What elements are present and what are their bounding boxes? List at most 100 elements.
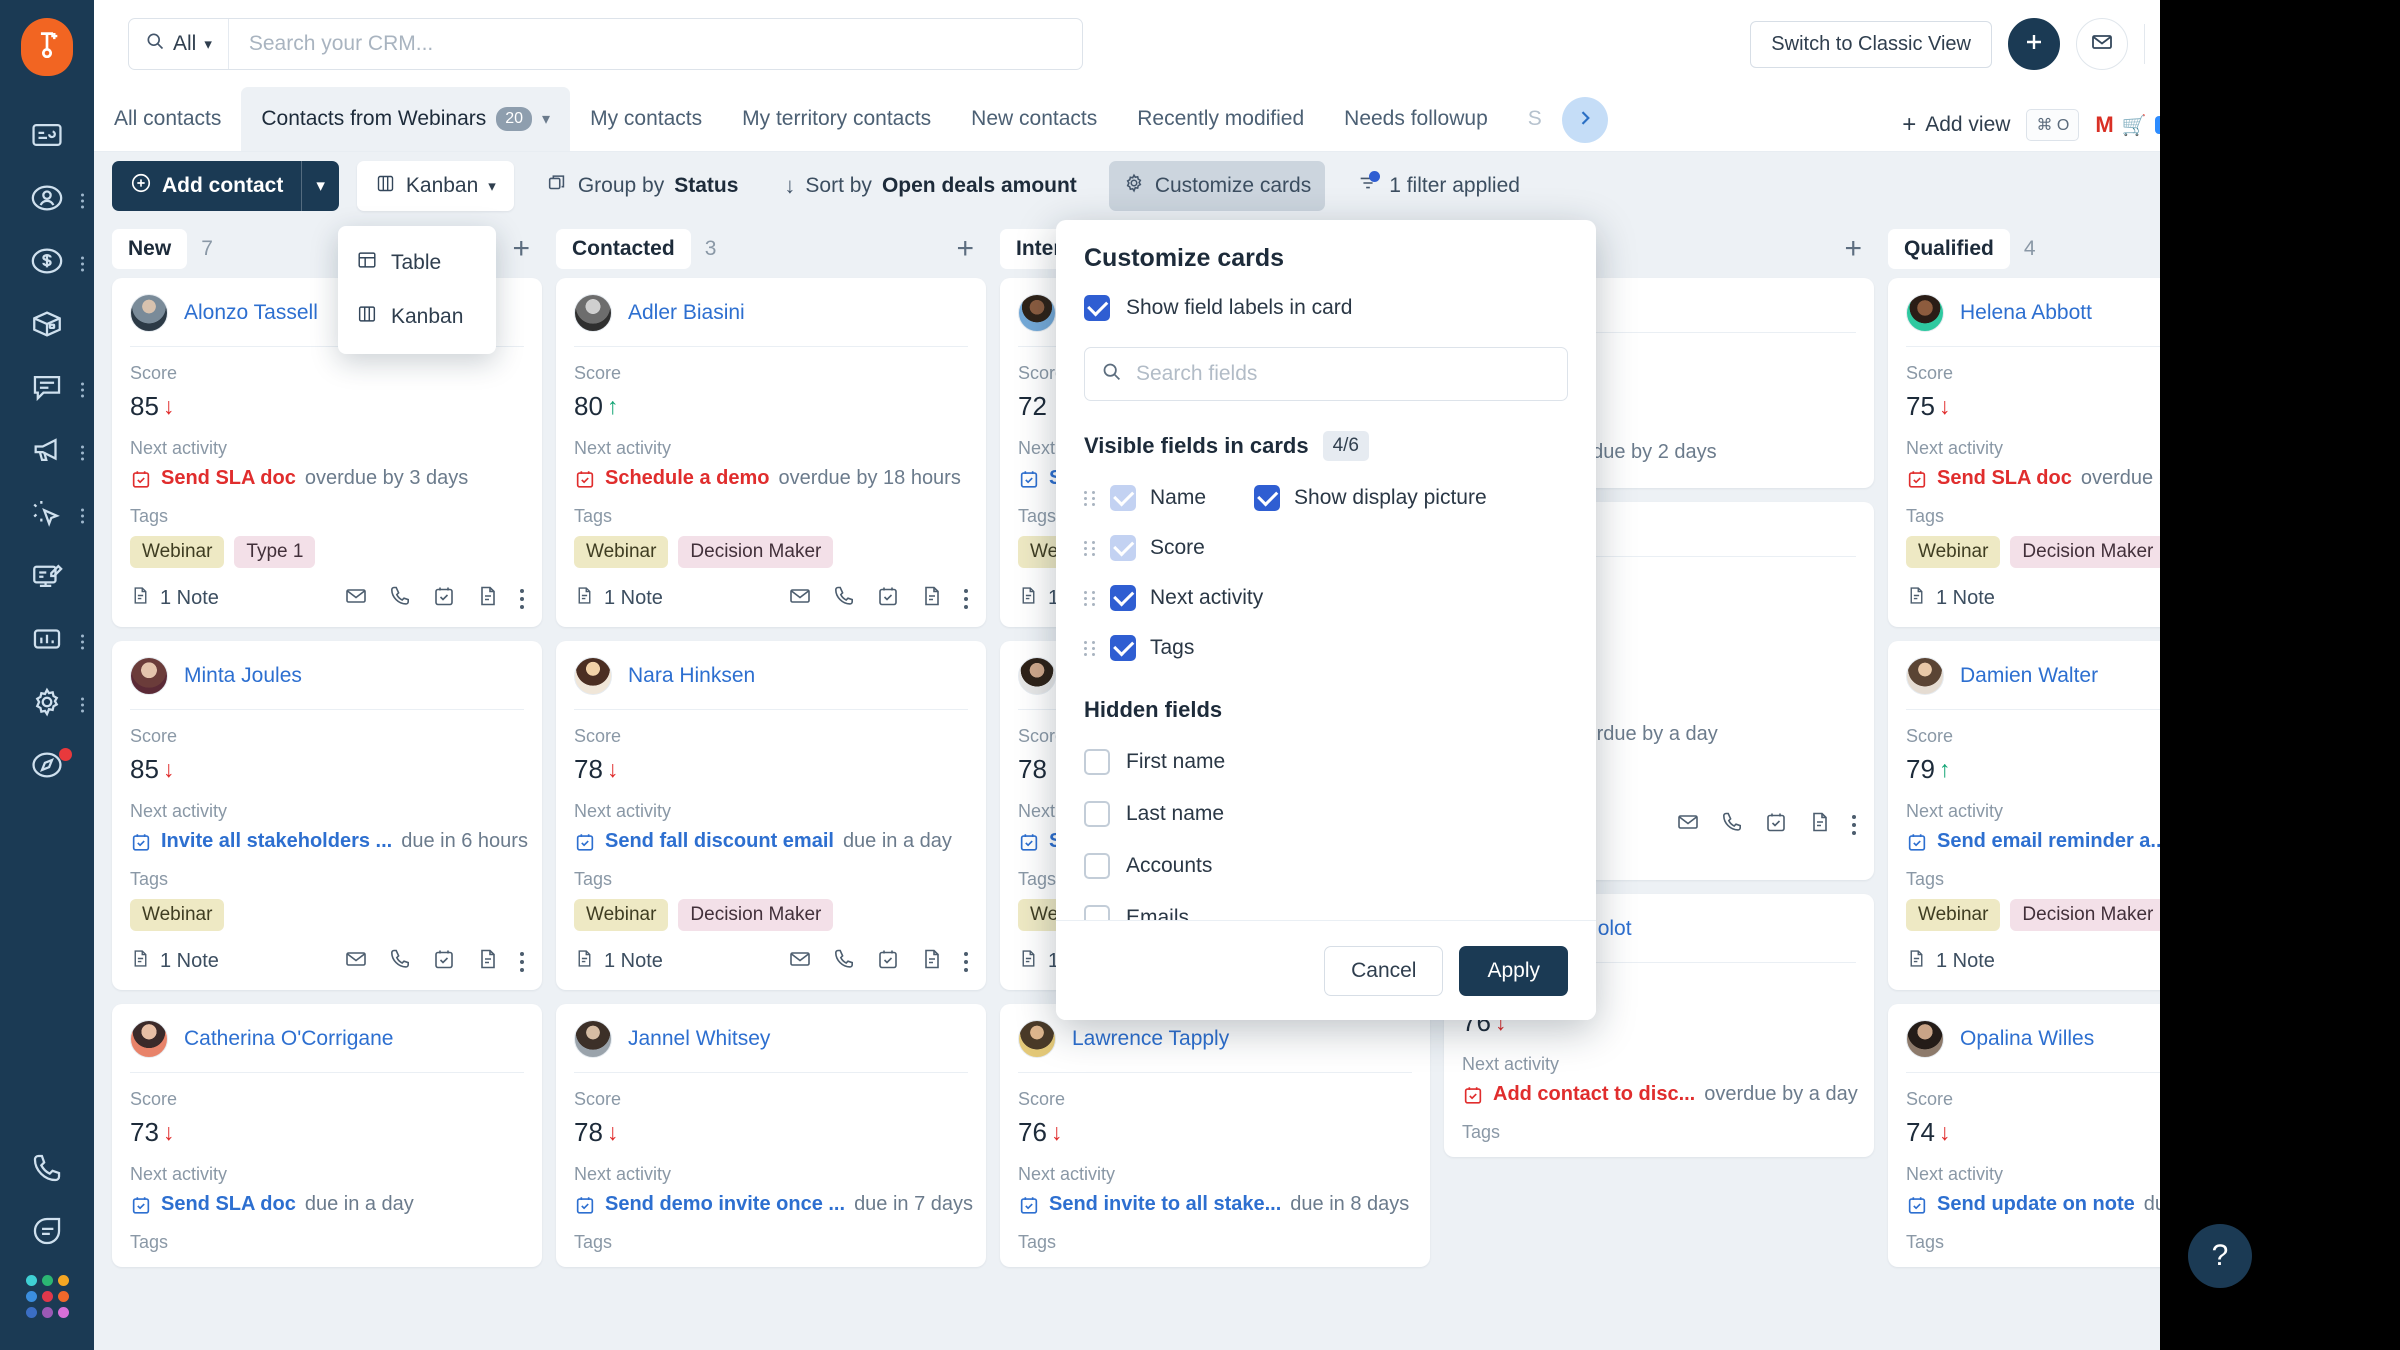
field-row-name[interactable]: Name Show display picture	[1084, 485, 1568, 511]
search-input[interactable]	[229, 19, 1082, 69]
cancel-button[interactable]: Cancel	[1324, 946, 1443, 996]
email-icon[interactable]	[1676, 810, 1700, 839]
sidebar-menu-dots[interactable]	[81, 445, 84, 460]
more-options-icon[interactable]	[520, 952, 524, 972]
sort-by-control[interactable]: ↓ Sort by Open deals amount	[770, 161, 1090, 211]
tag[interactable]: Decision Maker	[2010, 536, 2165, 568]
sidebar-item-phone[interactable]	[0, 1139, 94, 1202]
tabs-scroll-right-button[interactable]	[1562, 97, 1608, 143]
tab-recently-modified[interactable]: Recently modified	[1117, 87, 1324, 151]
contact-name-link[interactable]: Damien Walter	[1960, 664, 2098, 688]
last-name-checkbox[interactable]	[1084, 801, 1110, 827]
add-button[interactable]	[2008, 18, 2060, 70]
sidebar-item-web-forms[interactable]	[0, 547, 94, 610]
more-options-icon[interactable]	[1852, 815, 1856, 835]
next-activity[interactable]: Send demo invite once ... due in 7 days	[574, 1193, 968, 1216]
contact-name-link[interactable]: Opalina Willes	[1960, 1027, 2094, 1051]
phone-icon[interactable]	[388, 947, 412, 976]
filter-control[interactable]: 1 filter applied	[1343, 161, 1534, 211]
field-row-next-activity[interactable]: Next activity	[1084, 585, 1568, 611]
contact-name-link[interactable]: Adler Biasini	[628, 301, 745, 325]
sidebar-item-explore[interactable]	[0, 736, 94, 799]
tab-truncated[interactable]: S	[1508, 87, 1562, 151]
tag[interactable]: Webinar	[1906, 536, 2000, 568]
tag[interactable]: Decision Maker	[678, 899, 833, 931]
email-icon[interactable]	[344, 947, 368, 976]
sidebar-item-campaigns[interactable]	[0, 421, 94, 484]
hidden-field-first-name[interactable]: First name	[1084, 749, 1568, 775]
search-scope-selector[interactable]: All ▾	[129, 19, 229, 69]
note-count[interactable]: 1 Note	[130, 585, 219, 612]
drag-handle-icon[interactable]	[1084, 491, 1096, 506]
email-button[interactable]	[2076, 18, 2128, 70]
next-activity[interactable]: Send SLA doc overdue by 3 days	[130, 467, 524, 490]
drag-handle-icon[interactable]	[1084, 591, 1096, 606]
drag-handle-icon[interactable]	[1084, 541, 1096, 556]
tag[interactable]: Webinar	[130, 536, 224, 568]
more-options-icon[interactable]	[964, 952, 968, 972]
field-row-score[interactable]: Score	[1084, 535, 1568, 561]
contact-card[interactable]: Minta Joules Score 85 ↓ Next activity In…	[112, 641, 542, 990]
task-icon[interactable]	[432, 947, 456, 976]
group-by-control[interactable]: Group by Status	[532, 161, 753, 211]
phone-icon[interactable]	[832, 584, 856, 613]
contact-card[interactable]: Catherina O'Corrigane Score 73 ↓ Next ac…	[112, 1004, 542, 1267]
view-mode-dropdown[interactable]: Table Kanban	[338, 226, 496, 354]
hidden-field-last-name[interactable]: Last name	[1084, 801, 1568, 827]
more-options-icon[interactable]	[520, 589, 524, 609]
drag-handle-icon[interactable]	[1084, 641, 1096, 656]
note-count[interactable]: 1 Note	[574, 948, 663, 975]
contact-name-link[interactable]: Helena Abbott	[1960, 301, 2092, 325]
tag[interactable]: Decision Maker	[2010, 899, 2165, 931]
help-button[interactable]: ?	[2188, 1224, 2252, 1288]
customize-cards-button[interactable]: Customize cards	[1109, 161, 1325, 211]
contact-name-link[interactable]: Jannel Whitsey	[628, 1027, 770, 1051]
contact-name-link[interactable]: Lawrence Tapply	[1072, 1027, 1229, 1051]
freshworks-logo[interactable]	[21, 18, 73, 76]
next-activity[interactable]: Schedule a demo overdue by 18 hours	[574, 467, 968, 490]
tab-needs-followup[interactable]: Needs followup	[1324, 87, 1508, 151]
note-count[interactable]: 1 Note	[130, 948, 219, 975]
next-activity[interactable]: Send SLA doc due in a day	[130, 1193, 524, 1216]
contact-card[interactable]: Jannel Whitsey Score 78 ↓ Next activity …	[556, 1004, 986, 1267]
field-row-tags[interactable]: Tags	[1084, 635, 1568, 661]
add-contact-button[interactable]: Add contact ▾	[112, 161, 339, 211]
switch-classic-view-button[interactable]: Switch to Classic View	[1750, 21, 1992, 68]
sidebar-item-support-chat[interactable]	[0, 1202, 94, 1265]
sidebar-menu-dots[interactable]	[81, 382, 84, 397]
tag[interactable]: Decision Maker	[678, 536, 833, 568]
note-count[interactable]: 1 Note	[1906, 948, 1995, 975]
contact-name-link[interactable]: Nara Hinksen	[628, 664, 755, 688]
hidden-field-emails[interactable]: Emails	[1084, 905, 1568, 920]
sidebar-menu-dots[interactable]	[81, 193, 84, 208]
show-field-labels-row[interactable]: Show field labels in card	[1084, 295, 1568, 321]
sidebar-item-contacts[interactable]	[0, 169, 94, 232]
add-view-button[interactable]: + Add view	[1902, 113, 2010, 137]
column-add-button[interactable]: +	[956, 234, 974, 264]
document-icon[interactable]	[476, 947, 500, 976]
tab-my-territory-contacts[interactable]: My territory contacts	[722, 87, 951, 151]
next-activity[interactable]: Add contact to disc... overdue by a day	[1462, 1083, 1856, 1106]
sidebar-menu-dots[interactable]	[81, 634, 84, 649]
show-display-picture-checkbox[interactable]	[1254, 485, 1280, 511]
contact-card[interactable]: Nara Hinksen Score 78 ↓ Next activity Se…	[556, 641, 986, 990]
show-field-labels-checkbox[interactable]	[1084, 295, 1110, 321]
customize-cards-dialog[interactable]: Customize cards Show field labels in car…	[1056, 220, 1596, 1020]
phone-icon[interactable]	[1720, 810, 1744, 839]
tab-new-contacts[interactable]: New contacts	[951, 87, 1117, 151]
tab-contacts-from-webinars[interactable]: Contacts from Webinars 20 ▾	[241, 87, 570, 151]
next-activity[interactable]: Invite all stakeholders ... due in 6 hou…	[130, 830, 524, 853]
sidebar-menu-dots[interactable]	[81, 697, 84, 712]
sidebar-item-conversations[interactable]	[0, 358, 94, 421]
document-icon[interactable]	[920, 584, 944, 613]
contact-card[interactable]: Adler Biasini Score 80 ↑ Next activity S…	[556, 278, 986, 627]
view-mode-selector[interactable]: Kanban ▾	[357, 161, 514, 211]
accounts-checkbox[interactable]	[1084, 853, 1110, 879]
tag[interactable]: Webinar	[130, 899, 224, 931]
global-search[interactable]: All ▾	[128, 18, 1083, 70]
tag[interactable]: Webinar	[574, 536, 668, 568]
document-icon[interactable]	[1808, 810, 1832, 839]
sidebar-item-journeys[interactable]	[0, 484, 94, 547]
tag[interactable]: Webinar	[1906, 899, 2000, 931]
column-add-button[interactable]: +	[512, 234, 530, 264]
